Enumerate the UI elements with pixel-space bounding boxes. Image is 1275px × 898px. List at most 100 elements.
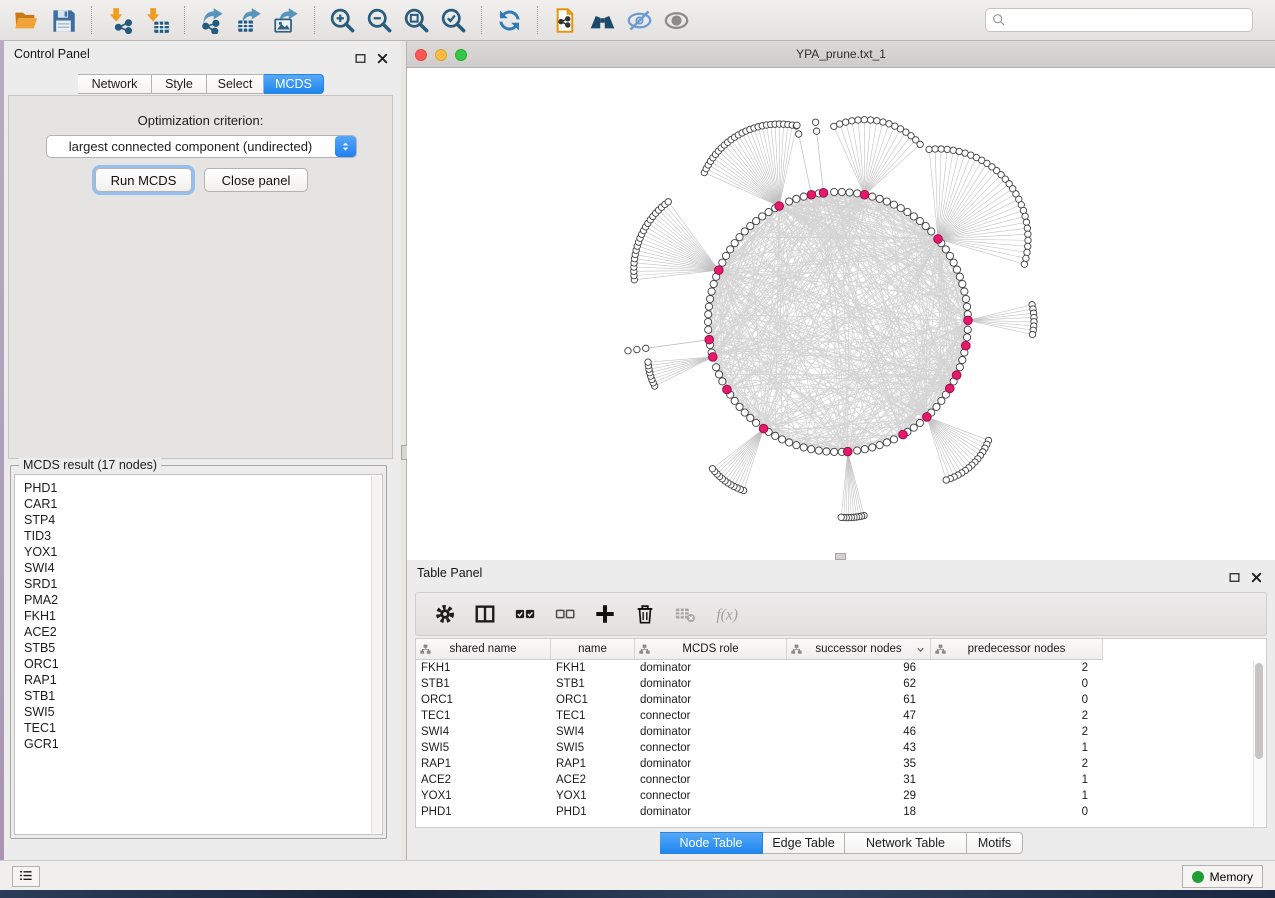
network-node[interactable] <box>916 217 923 224</box>
close-panel-button[interactable]: Close panel <box>204 168 308 192</box>
leaf-node[interactable] <box>796 131 802 137</box>
refresh-icon[interactable] <box>496 7 523 34</box>
leaf-node[interactable] <box>855 117 861 123</box>
column-header[interactable]: MCDS role <box>635 639 787 660</box>
network-node[interactable] <box>897 205 904 212</box>
leaf-node[interactable] <box>836 121 842 127</box>
table-row[interactable]: YOX1 YOX1 connector 29 1 <box>416 788 1266 804</box>
network-node[interactable] <box>916 419 923 426</box>
leaf-node[interactable] <box>812 119 818 125</box>
network-node[interactable] <box>910 213 917 220</box>
delete-column-icon[interactable] <box>634 603 656 625</box>
network-node[interactable] <box>747 414 754 421</box>
float-icon[interactable] <box>354 48 367 61</box>
network-node[interactable] <box>786 439 793 446</box>
network-node[interactable] <box>910 424 917 431</box>
leaf-node[interactable] <box>643 345 649 351</box>
leaf-node[interactable] <box>880 119 886 125</box>
mcds-result-item[interactable]: SRD1 <box>24 576 382 592</box>
network-node[interactable] <box>861 446 868 453</box>
mcds-result-item[interactable]: STP4 <box>24 512 382 528</box>
close-traffic-light[interactable] <box>415 49 427 61</box>
table-tab[interactable]: Edge Table <box>763 832 845 854</box>
panel-menu-button[interactable] <box>12 866 40 887</box>
network-node[interactable] <box>959 280 966 287</box>
leaf-node[interactable] <box>1025 231 1031 237</box>
minimize-traffic-light[interactable] <box>435 49 447 61</box>
network-node[interactable] <box>719 259 726 266</box>
network-node[interactable] <box>736 403 743 410</box>
mcds-result-item[interactable]: GCR1 <box>24 736 382 752</box>
leaf-node[interactable] <box>838 514 844 520</box>
network-node[interactable] <box>705 326 712 333</box>
mcds-hub-node[interactable] <box>945 384 954 393</box>
network-node[interactable] <box>793 442 800 449</box>
leaf-node[interactable] <box>1025 237 1031 243</box>
mcds-hub-node[interactable] <box>962 341 971 350</box>
network-node[interactable] <box>731 397 738 404</box>
network-node[interactable] <box>956 273 963 280</box>
table-row[interactable]: TEC1 TEC1 connector 47 2 <box>416 708 1266 724</box>
export-network-icon[interactable] <box>199 7 226 34</box>
network-node[interactable] <box>869 193 876 200</box>
network-node[interactable] <box>808 446 815 453</box>
mcds-result-item[interactable]: ACE2 <box>24 624 382 640</box>
leaf-node[interactable] <box>645 359 651 365</box>
mcds-result-item[interactable]: TID3 <box>24 528 382 544</box>
share-document-icon[interactable] <box>552 7 579 34</box>
network-node[interactable] <box>815 447 822 454</box>
network-node[interactable] <box>786 198 793 205</box>
network-node[interactable] <box>831 448 838 455</box>
network-node[interactable] <box>759 213 766 220</box>
mcds-result-item[interactable]: CAR1 <box>24 496 382 512</box>
import-table-icon[interactable] <box>143 7 170 34</box>
table-row[interactable]: ORC1 ORC1 dominator 61 0 <box>416 692 1266 708</box>
table-scrollbar[interactable] <box>1253 661 1265 826</box>
mcds-hub-node[interactable] <box>759 424 768 433</box>
leaf-node[interactable] <box>874 118 880 124</box>
mcds-result-item[interactable]: FKH1 <box>24 608 382 624</box>
zoom-traffic-light[interactable] <box>455 49 467 61</box>
network-node[interactable] <box>800 193 807 200</box>
table-row[interactable]: FKH1 FKH1 dominator 96 2 <box>416 660 1266 676</box>
network-node[interactable] <box>731 240 738 247</box>
select-all-icon[interactable] <box>514 603 536 625</box>
network-node[interactable] <box>890 201 897 208</box>
leaf-node[interactable] <box>938 146 944 152</box>
import-network-icon[interactable] <box>106 7 133 34</box>
network-node[interactable] <box>715 371 722 378</box>
leaf-node[interactable] <box>813 128 819 134</box>
export-table-icon[interactable] <box>236 7 263 34</box>
network-node[interactable] <box>793 195 800 202</box>
deselect-all-icon[interactable] <box>554 603 576 625</box>
network-node[interactable] <box>846 189 853 196</box>
leaf-node[interactable] <box>625 348 631 354</box>
leaf-node[interactable] <box>926 146 932 152</box>
table-row[interactable]: SWI5 SWI5 connector 43 1 <box>416 740 1266 756</box>
network-node[interactable] <box>854 190 861 197</box>
leaf-node[interactable] <box>1021 261 1027 267</box>
network-node[interactable] <box>713 364 720 371</box>
network-node[interactable] <box>928 228 935 235</box>
mcds-hub-node[interactable] <box>934 235 943 244</box>
network-node[interactable] <box>727 246 734 253</box>
export-image-icon[interactable] <box>273 7 300 34</box>
network-node[interactable] <box>752 419 759 426</box>
table-row[interactable]: STB1 STB1 dominator 62 0 <box>416 676 1266 692</box>
network-node[interactable] <box>741 409 748 416</box>
zoom-in-icon[interactable] <box>329 7 356 34</box>
mcds-hub-node[interactable] <box>705 335 714 344</box>
leaf-node[interactable] <box>950 147 956 153</box>
network-node[interactable] <box>959 356 966 363</box>
show-panel-icon[interactable] <box>663 7 690 34</box>
network-graph[interactable] <box>407 68 1275 560</box>
mcds-hub-node[interactable] <box>708 353 717 362</box>
mcds-result-item[interactable]: RAP1 <box>24 672 382 688</box>
search-network-icon[interactable] <box>589 7 616 34</box>
control-panel-tab[interactable]: Select <box>207 74 264 94</box>
network-node[interactable] <box>963 303 970 310</box>
network-node[interactable] <box>963 334 970 341</box>
network-node[interactable] <box>938 397 945 404</box>
leaf-node[interactable] <box>956 148 962 154</box>
network-node[interactable] <box>705 303 712 310</box>
